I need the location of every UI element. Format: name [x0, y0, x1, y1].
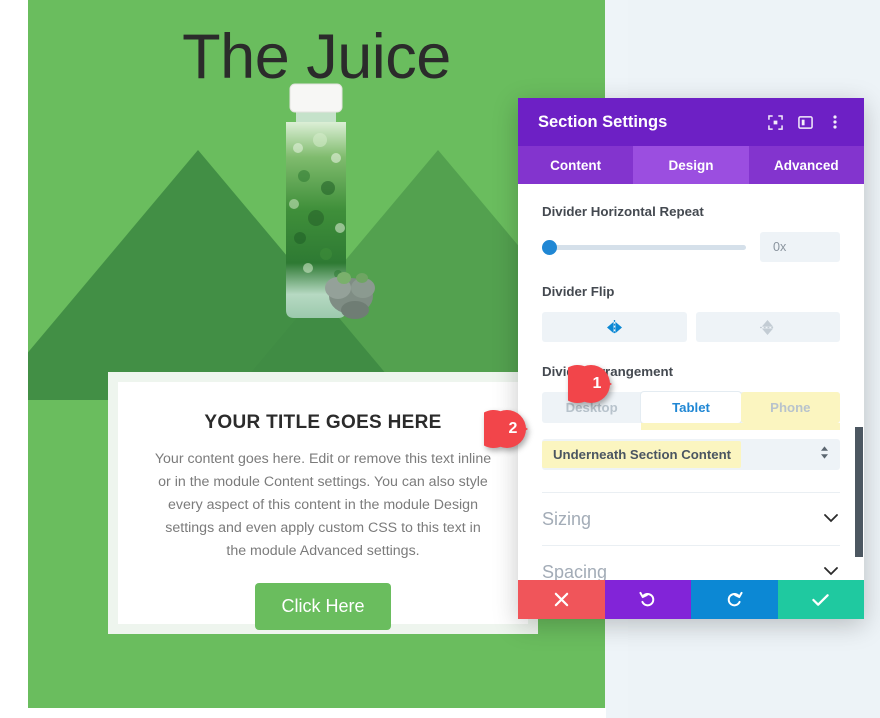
- modal-tabs: Content Design Advanced: [518, 146, 864, 184]
- check-icon: [812, 593, 829, 606]
- chevron-down-icon: [824, 510, 838, 528]
- annotation-marker-number: 2: [508, 420, 518, 437]
- field-label: Divider Flip: [542, 284, 615, 299]
- chevron-down-icon: [824, 563, 838, 580]
- modal-header: Section Settings: [518, 98, 864, 146]
- page-left-gutter: [0, 0, 28, 718]
- redo-button[interactable]: [691, 580, 778, 619]
- more-vertical-icon[interactable]: [820, 107, 850, 137]
- scrollbar-thumb[interactable]: [855, 427, 863, 557]
- cancel-button[interactable]: [518, 580, 605, 619]
- field-label: Divider Horizontal Repeat: [542, 204, 704, 219]
- annotation-marker-number: 1: [592, 375, 602, 392]
- accordion-spacing[interactable]: Spacing: [542, 546, 840, 580]
- accordion-sizing[interactable]: Sizing: [542, 493, 840, 546]
- modal-footer: [518, 580, 864, 619]
- flip-horizontal-icon[interactable]: [542, 312, 687, 342]
- accordion-label: Spacing: [542, 561, 608, 581]
- juice-bottle-image: [286, 83, 375, 319]
- select-selected-value: Underneath Section Content: [542, 441, 742, 468]
- slider-handle[interactable]: [542, 240, 557, 255]
- undo-icon: [639, 591, 655, 607]
- hero-title: The Juice: [182, 22, 451, 92]
- undo-button[interactable]: [604, 580, 691, 619]
- settings-accordion-list: Sizing Spacing: [542, 492, 840, 580]
- content-card[interactable]: YOUR TITLE GOES HERE Your content goes h…: [118, 382, 528, 630]
- field-divider-horizontal-repeat: Divider Horizontal Repeat 0x: [542, 204, 840, 262]
- flip-vertical-icon[interactable]: [695, 312, 840, 342]
- content-card-frame: YOUR TITLE GOES HERE Your content goes h…: [108, 372, 538, 634]
- tab-advanced[interactable]: Advanced: [749, 146, 864, 184]
- settings-scrollbar[interactable]: [854, 184, 864, 580]
- accordion-label: Sizing: [542, 508, 592, 529]
- select-arrows-icon: [820, 445, 829, 464]
- horizontal-repeat-value[interactable]: 0x: [760, 232, 840, 262]
- divider-arrangement-select[interactable]: Underneath Section Content: [542, 439, 840, 470]
- focus-icon[interactable]: [760, 107, 790, 137]
- section-settings-modal: Section Settings Content Design Advanced…: [518, 98, 864, 619]
- field-divider-flip: Divider Flip: [542, 284, 840, 342]
- redo-icon: [727, 591, 743, 607]
- layout-panel-icon[interactable]: [790, 107, 820, 137]
- device-tab-tablet[interactable]: Tablet: [641, 392, 741, 423]
- screenshot-root: The Juice YOUR TITLE GOES HERE Your cont…: [0, 0, 880, 718]
- slider-rail: [542, 244, 746, 250]
- tab-design[interactable]: Design: [633, 146, 749, 184]
- card-body-text: Your content goes here. Edit or remove t…: [154, 451, 492, 559]
- tab-content[interactable]: Content: [518, 146, 633, 184]
- save-button[interactable]: [777, 580, 864, 619]
- modal-title: Section Settings: [538, 112, 668, 131]
- page-bottom-gutter: [28, 708, 606, 718]
- click-here-button[interactable]: Click Here: [255, 583, 391, 630]
- annotation-marker-1: 1: [558, 363, 634, 405]
- close-icon: [554, 592, 568, 607]
- device-tab-phone[interactable]: Phone: [740, 392, 840, 423]
- annotation-marker-2: 2: [474, 408, 550, 450]
- horizontal-repeat-slider[interactable]: [542, 236, 746, 258]
- card-title: YOUR TITLE GOES HERE: [204, 412, 442, 433]
